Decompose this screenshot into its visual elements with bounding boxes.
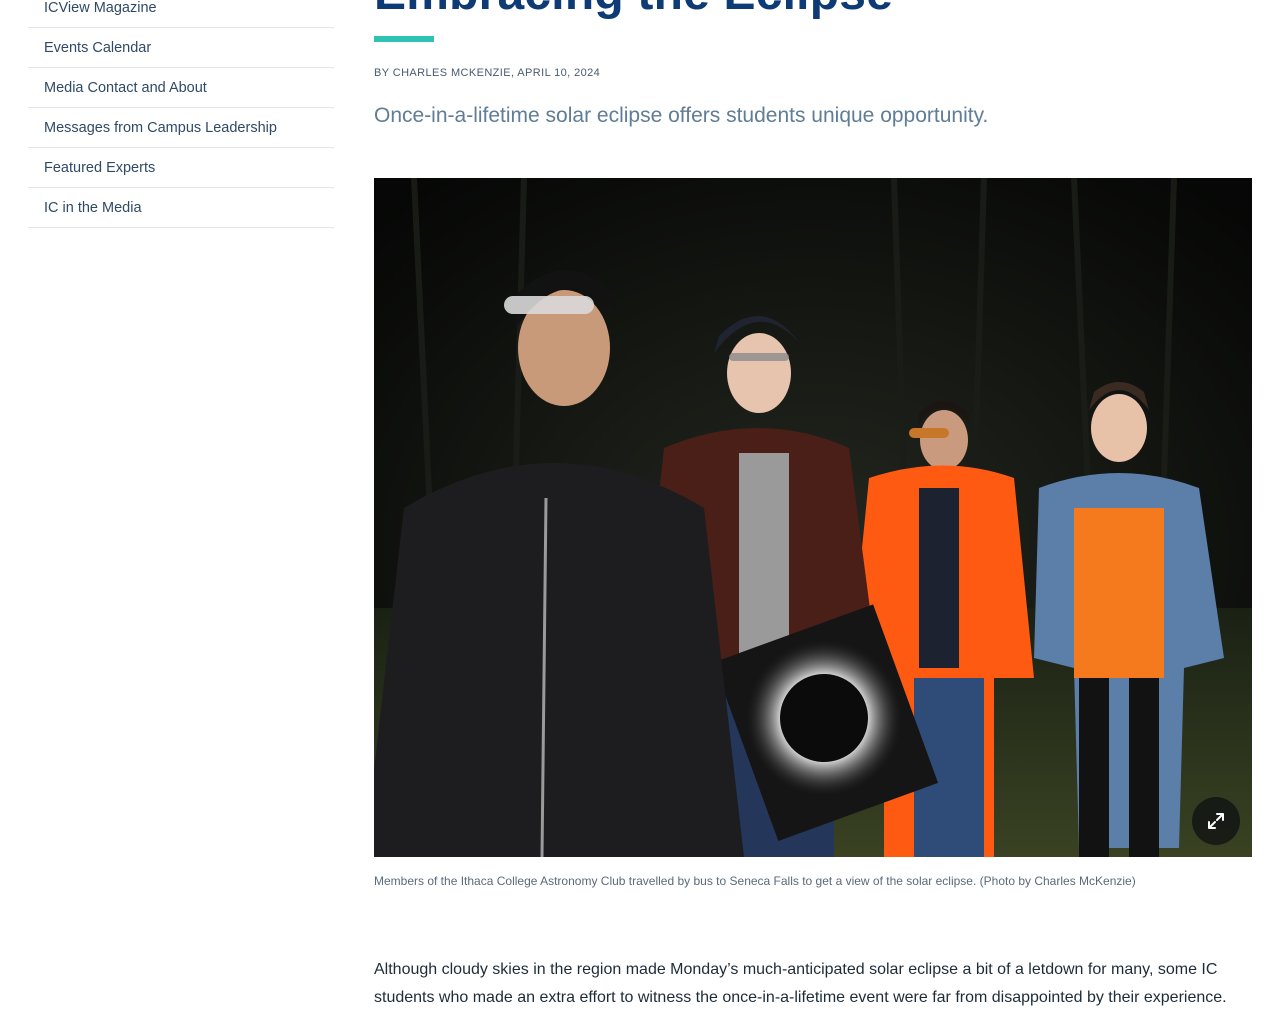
article-dek: Once-in-a-lifetime solar eclipse offers …	[374, 104, 989, 127]
expand-icon	[1208, 813, 1224, 829]
sidebar-item-featured-experts[interactable]: Featured Experts	[28, 148, 334, 188]
article-body-paragraph: Although cloudy skies in the region made…	[374, 961, 1227, 1006]
sidebar-item-label[interactable]: ICView Magazine	[28, 0, 157, 16]
sidebar-item-label[interactable]: Media Contact and About	[28, 80, 207, 96]
page-title: Embracing the Eclipse	[374, 0, 893, 21]
sidebar-item-label[interactable]: Messages from Campus Leadership	[28, 120, 277, 136]
sidebar-item-label[interactable]: Featured Experts	[28, 160, 155, 176]
title-accent-rule	[374, 36, 434, 42]
sidebar-item-events-calendar[interactable]: Events Calendar	[28, 28, 334, 68]
sidebar-item-label[interactable]: Events Calendar	[28, 40, 151, 56]
sidebar-item-icview-magazine[interactable]: ICView Magazine	[28, 0, 334, 28]
sidebar-item-media-contact[interactable]: Media Contact and About	[28, 68, 334, 108]
photo-caption: Members of the Ithaca College Astronomy …	[374, 874, 1136, 888]
article-byline: By Charles McKenzie, April 10, 2024	[374, 67, 601, 79]
sidebar-item-ic-in-media[interactable]: IC in the Media	[28, 188, 334, 228]
photo-illustration	[374, 178, 1252, 857]
page: ICView Magazine Events Calendar Media Co…	[0, 0, 1280, 1024]
expand-image-button[interactable]	[1192, 797, 1240, 845]
sidebar-item-label[interactable]: IC in the Media	[28, 200, 142, 216]
sidebar-nav: ICView Magazine Events Calendar Media Co…	[28, 0, 334, 228]
sidebar-item-messages-leadership[interactable]: Messages from Campus Leadership	[28, 108, 334, 148]
article-photo	[374, 178, 1252, 857]
